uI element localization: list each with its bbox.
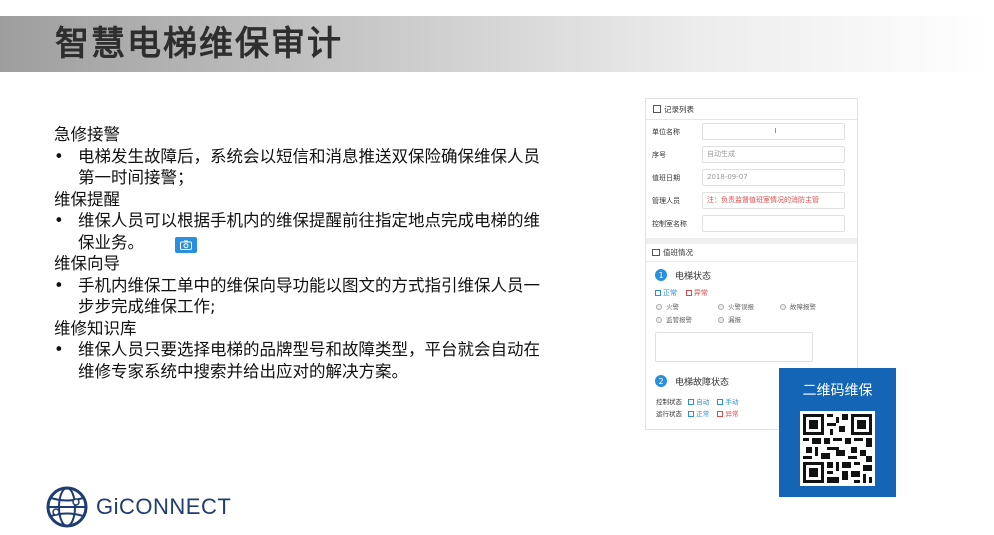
section-bullet: • 维保人员只要选择电梯的品牌型号和故障类型，平台就会自动在维修专家系统中搜索并给… [54,339,554,382]
bullet-dot: • [54,275,64,295]
checkbox-label: 自动 [696,398,710,406]
step-label: 电梯故障状态 [675,377,730,388]
manager-input[interactable]: 注：负责监督值班室情况的消防主管 [702,192,845,209]
form-row-control-room: 控制室名称 [646,212,857,235]
checkbox-label: 正常 [663,289,677,297]
radio-option[interactable]: 漏报 [718,314,780,324]
radio-icon [718,304,724,310]
form-row-manager: 管理人员 注：负责监督值班室情况的消防主管 [646,189,857,212]
qr-code-icon [800,411,875,486]
checkbox-label: 手动 [725,398,739,406]
checkbox-auto[interactable] [688,399,695,405]
section-heading: 维保提醒 [54,189,120,209]
camera-icon [180,240,192,250]
duty-section-header: 值班情况 [646,244,857,262]
section-bullet: • 手机内维保工单中的维保向导功能以图文的方式指引维保人员一步步完成维保工作; [54,275,554,318]
radio-option[interactable]: 火警 [656,301,718,311]
form-header: 记录列表 [646,99,857,120]
qr-label: 二维码维保 [802,383,873,399]
form-row-date: 值班日期 2018-09-07 [646,166,857,189]
section-heading: 急修接警 [54,125,120,144]
status-checkboxes: 正常 异常 [646,288,857,298]
edit-icon [653,105,661,113]
radio-option[interactable]: 故障报警 [780,301,842,311]
field-label: 序号 [652,150,666,159]
bullet-text: 手机内维保工单中的维保向导功能以图文的方式指引维保人员一步步完成维保工作; [78,275,540,317]
field-label: 管理人员 [652,196,680,205]
radio-icon [718,317,724,323]
image-icon [652,249,660,256]
camera-button[interactable] [175,237,197,253]
checkbox-label: 正常 [696,410,710,418]
radio-icon [656,304,662,310]
radio-label: 漏报 [728,316,741,324]
checkbox-run-normal[interactable] [688,411,695,417]
globe-icon [46,486,88,528]
alarm-radio-group: 火警 火警误报 故障报警 监管报警 漏报 [646,301,857,324]
field-label: 单位名称 [652,127,680,136]
step-elevator-status: 1 电梯状态 [646,262,857,288]
control-room-input[interactable] [702,215,845,232]
run-status-label: 运行状态 [656,410,682,418]
bullet-text: 维保人员可以根据手机内的维保提醒前往指定地点完成电梯的维保业务。 [78,211,540,252]
qr-maintenance-card: 二维码维保 [779,368,896,497]
checkbox-label: 异常 [693,289,708,297]
step-number: 2 [655,375,667,387]
date-input[interactable]: 2018-09-07 [702,169,845,186]
field-label: 控制室名称 [652,219,687,228]
radio-label: 火警误报 [728,303,754,311]
radio-option[interactable]: 火警误报 [718,301,780,311]
bullet-dot: • [54,340,64,359]
section-bullet: • 维保人员可以根据手机内的维保提醒前往指定地点完成电梯的维保业务。 [54,210,554,253]
step-label: 电梯状态 [675,271,712,282]
field-label: 值班日期 [652,173,680,182]
checkbox-run-abnormal[interactable] [717,411,724,417]
radio-label: 故障报警 [790,303,816,311]
page-title: 智慧电梯维保审计 [55,24,343,64]
form-row-serial: 序号 自动生成 [646,143,857,166]
serial-input[interactable]: 自动生成 [702,146,845,163]
bullet-dot: • [54,146,64,166]
brand-logo: GiCONNECT [46,486,231,528]
section-bullet: • 电梯发生故障后，系统会以短信和消息推送双保险确保维保人员第一时间接警； [54,146,554,189]
step-number: 1 [655,269,667,281]
checkbox-normal[interactable] [655,290,661,296]
text-cursor: I [774,127,777,135]
bullet-text: 电梯发生故障后，系统会以短信和消息推送双保险确保维保人员第一时间接警； [78,146,540,188]
radio-label: 监管报警 [666,316,692,324]
radio-option[interactable]: 监管报警 [656,314,718,324]
control-status-label: 控制状态 [656,398,682,406]
checkbox-abnormal[interactable] [685,290,692,296]
section-heading: 维保向导 [54,254,120,273]
radio-icon [780,304,786,310]
feature-list: 急修接警 • 电梯发生故障后，系统会以短信和消息推送双保险确保维保人员第一时间接警… [54,124,554,382]
radio-label: 火警 [666,303,679,311]
checkbox-manual[interactable] [717,399,724,405]
checkbox-label: 异常 [725,410,739,418]
section-heading: 维修知识库 [54,318,137,338]
duty-section-title: 值班情况 [663,248,693,257]
bullet-dot: • [54,211,64,230]
notes-textarea[interactable] [655,332,813,362]
form-row-unit: 单位名称 I [646,120,857,143]
form-header-title: 记录列表 [664,104,694,114]
unit-name-input[interactable]: I [702,123,845,140]
bullet-text: 维保人员只要选择电梯的品牌型号和故障类型，平台就会自动在维修专家系统中搜索并给出… [78,340,540,381]
radio-icon [656,317,662,323]
brand-name: GiCONNECT [96,494,232,519]
